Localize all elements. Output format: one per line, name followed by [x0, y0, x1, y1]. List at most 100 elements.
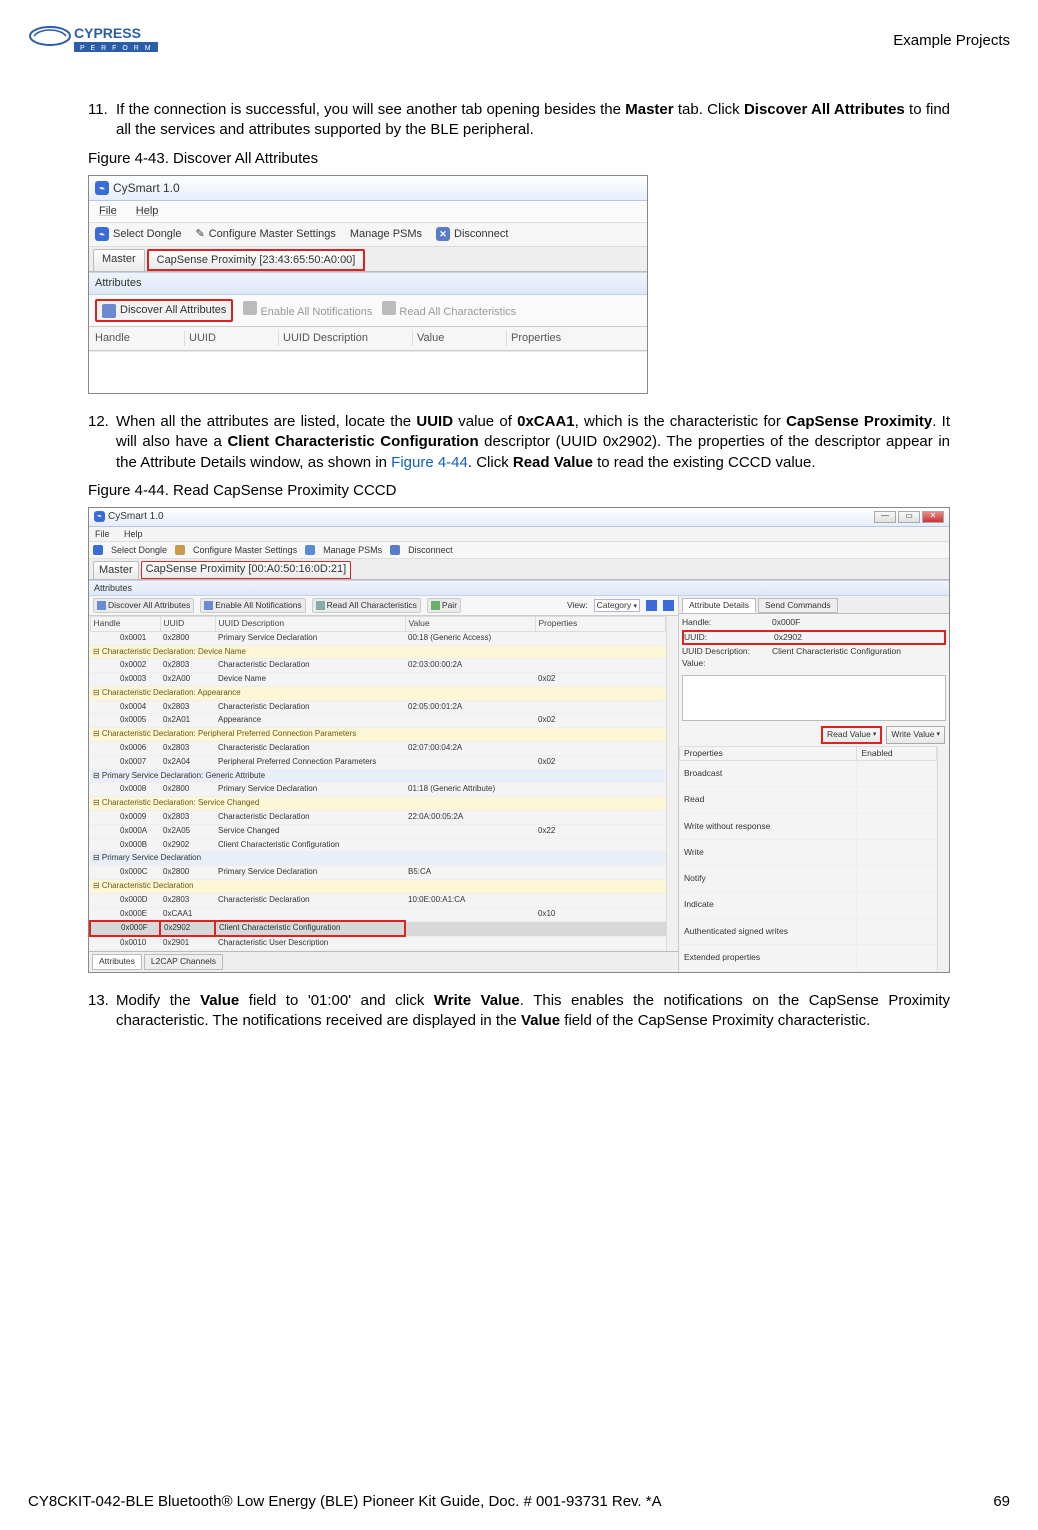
configure-master-button[interactable]: ✎Configure Master Settings — [196, 227, 336, 242]
table-row[interactable]: 0x00070x2A04Peripheral Preferred Connect… — [90, 755, 666, 769]
col-uuid: UUID — [160, 617, 215, 631]
footer-page-number: 69 — [993, 1493, 1010, 1510]
table-row[interactable]: ⊟ Characteristic Declaration: Service Ch… — [90, 797, 666, 811]
table-row[interactable]: ⊟ Primary Service Declaration: Generic A… — [90, 769, 666, 783]
step11-b2: Discover All Attributes — [744, 101, 905, 118]
col-properties: Properties — [535, 617, 666, 631]
table-row[interactable]: 0x00090x2803Characteristic Declaration22… — [90, 811, 666, 825]
menu-bar[interactable]: File Help — [89, 201, 647, 223]
close-button[interactable]: ✕ — [922, 511, 944, 523]
column-headers: Handle UUID UUID Description Value Prope… — [89, 327, 647, 351]
table-row[interactable]: 0x000C0x2800Primary Service DeclarationB… — [90, 866, 666, 880]
disconnect-button[interactable]: Disconnect — [408, 544, 453, 556]
expand-icon[interactable] — [646, 600, 657, 611]
discover-icon — [97, 601, 106, 610]
bluetooth-icon: ⌁ — [95, 227, 109, 241]
attributes-table[interactable]: Handle UUID UUID Description Value Prope… — [89, 616, 666, 951]
tab-master[interactable]: Master — [93, 249, 145, 272]
read-all-button[interactable]: Read All Characteristics — [312, 598, 421, 613]
read-value-button[interactable]: Read Value▾ — [821, 726, 882, 743]
table-row[interactable]: 0x00040x2803Characteristic Declaration02… — [90, 700, 666, 714]
col-handle: Handle — [95, 331, 185, 346]
tab-device[interactable]: CapSense Proximity [23:43:65:50:A0:00] — [147, 249, 366, 272]
step-11-num: 11. — [88, 100, 116, 141]
pair-icon — [431, 601, 440, 610]
disconnect-button[interactable]: ✕Disconnect — [436, 227, 508, 242]
manage-psms-button[interactable]: Manage PSMs — [350, 227, 422, 242]
attributes-section: Attributes — [89, 272, 647, 295]
tab-l2cap[interactable]: L2CAP Channels — [144, 954, 223, 969]
window-title: CySmart 1.0 — [108, 510, 164, 524]
table-row[interactable]: ⊟ Characteristic Declaration: Appearance — [90, 686, 666, 700]
read-icon — [316, 601, 325, 610]
table-row[interactable]: 0x00010x2800Primary Service Declaration0… — [90, 631, 666, 645]
table-row[interactable]: 0x00020x2803Characteristic Declaration02… — [90, 659, 666, 673]
logo-subbrand: P E R F O R M — [80, 45, 153, 52]
value-textarea[interactable] — [682, 675, 946, 721]
wand-icon: ✎ — [196, 227, 205, 242]
table-row[interactable]: 0x000A0x2A05Service Changed0x22 — [90, 824, 666, 838]
table-row[interactable]: ⊟ Primary Service Declaration — [90, 852, 666, 866]
table-row[interactable]: 0x00060x2803Characteristic Declaration02… — [90, 742, 666, 756]
property-row: Write without response — [680, 813, 937, 839]
col-uuid-desc: UUID Description — [283, 331, 413, 346]
table-row[interactable]: 0x00080x2800Primary Service Declaration0… — [90, 783, 666, 797]
attributes-section: Attributes — [89, 580, 949, 596]
table-row[interactable]: 0x00100x2901Characteristic User Descript… — [90, 936, 666, 950]
enable-notifications-button[interactable]: Enable All Notifications — [243, 301, 372, 320]
maximize-button[interactable]: ▭ — [898, 511, 920, 523]
menu-help[interactable]: Help — [136, 205, 159, 217]
tab-device[interactable]: CapSense Proximity [00:A0:50:16:0D:21] — [141, 561, 352, 579]
discover-all-attributes-button[interactable]: Discover All Attributes — [93, 598, 194, 613]
detail-uuid-row-highlight: UUID:0x2902 — [682, 630, 946, 645]
figure-4-44-link[interactable]: Figure 4-44 — [391, 454, 468, 471]
pair-button[interactable]: Pair — [427, 598, 461, 613]
table-row[interactable]: 0x000E0xCAA10x10 — [90, 907, 666, 921]
scrollbar[interactable] — [937, 746, 949, 972]
tab-master[interactable]: Master — [93, 561, 139, 579]
logo-brand: CYPRESS — [74, 25, 141, 41]
property-row: Read — [680, 787, 937, 813]
property-row: Indicate — [680, 892, 937, 918]
collapse-icon[interactable] — [663, 600, 674, 611]
read-icon — [382, 301, 396, 315]
manage-psms-button[interactable]: Manage PSMs — [323, 544, 382, 556]
detail-desc-value: Client Characteristic Configuration — [772, 646, 946, 657]
select-dongle-button[interactable]: Select Dongle — [111, 544, 167, 556]
select-dongle-button[interactable]: ⌁Select Dongle — [95, 227, 182, 242]
discover-all-attributes-button[interactable]: Discover All Attributes — [95, 299, 233, 322]
tab-send-commands[interactable]: Send Commands — [758, 598, 838, 613]
psm-icon — [305, 545, 315, 555]
read-all-button[interactable]: Read All Characteristics — [382, 301, 516, 320]
table-row[interactable]: ⊟ Characteristic Declaration — [90, 880, 666, 894]
menu-file[interactable]: File — [95, 529, 110, 539]
bell-icon — [204, 601, 213, 610]
table-row[interactable]: 0x000B0x2902Client Characteristic Config… — [90, 838, 666, 852]
step-12: 12. When all the attributes are listed, … — [88, 412, 950, 473]
view-select[interactable]: Category ▾ — [594, 599, 640, 612]
step11-b1: Master — [625, 101, 673, 118]
table-row[interactable]: ⊟ Characteristic Declaration: Peripheral… — [90, 728, 666, 742]
table-row[interactable]: ⊟ Characteristic Declaration: Device Nam… — [90, 645, 666, 659]
table-row[interactable]: 0x00050x2A01Appearance0x02 — [90, 714, 666, 728]
table-row[interactable]: 0x00030x2A00Device Name0x02 — [90, 673, 666, 687]
menu-bar[interactable]: File Help — [89, 527, 949, 542]
detail-uuid-label: UUID: — [684, 632, 774, 643]
scrollbar[interactable] — [666, 616, 678, 951]
col-enabled: Enabled — [857, 746, 937, 760]
bluetooth-icon: ⌁ — [94, 511, 105, 522]
menu-file[interactable]: File — [99, 205, 117, 217]
write-value-button[interactable]: Write Value▾ — [886, 726, 945, 743]
enable-notifications-button[interactable]: Enable All Notifications — [200, 598, 305, 613]
table-row[interactable]: 0x000D0x2803Characteristic Declaration10… — [90, 893, 666, 907]
tab-attributes[interactable]: Attributes — [92, 954, 142, 969]
col-uuid-desc: UUID Description — [215, 617, 405, 631]
logo: CYPRESS P E R F O R M — [28, 20, 158, 60]
bluetooth-icon — [93, 545, 103, 555]
minimize-button[interactable]: — — [874, 511, 896, 523]
table-row[interactable]: 0x000F0x2902Client Characteristic Config… — [90, 921, 666, 936]
col-value: Value — [405, 617, 535, 631]
configure-master-button[interactable]: Configure Master Settings — [193, 544, 297, 556]
menu-help[interactable]: Help — [124, 529, 143, 539]
tab-attribute-details[interactable]: Attribute Details — [682, 598, 756, 613]
